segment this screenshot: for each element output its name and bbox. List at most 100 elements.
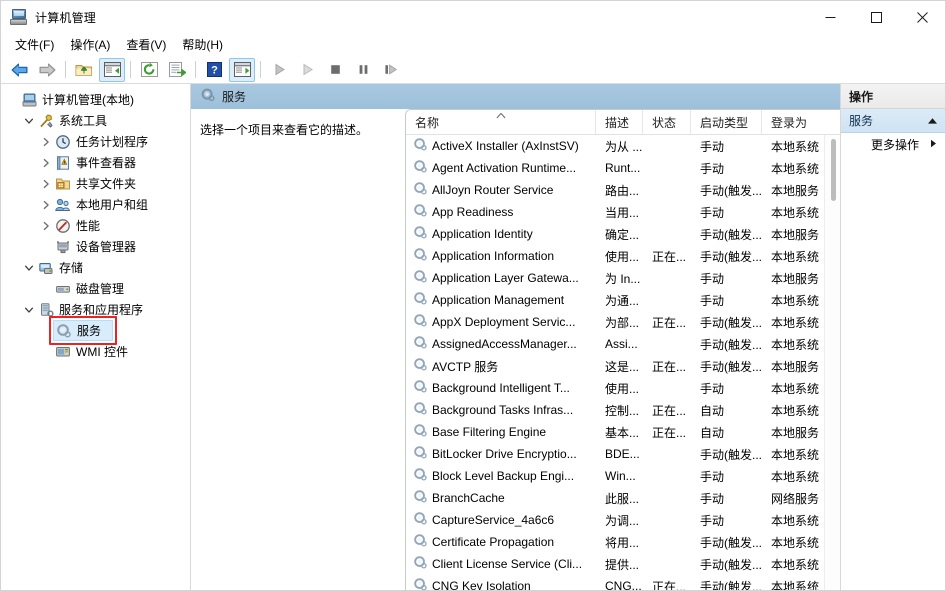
show-action-pane-icon[interactable]: [229, 58, 255, 82]
cell-logon-as: 本地服务: [762, 182, 832, 199]
close-button[interactable]: [899, 1, 945, 33]
cell-service-name: CaptureService_4a6c6: [406, 511, 596, 529]
export-list-icon[interactable]: [164, 58, 190, 82]
resume-service-icon[interactable]: [378, 58, 404, 82]
menu-file[interactable]: 文件(F): [7, 34, 62, 56]
table-row[interactable]: Application Management为通...手动本地系统: [406, 289, 840, 311]
table-row[interactable]: AppX Deployment Servic...为部...正在...手动(触发…: [406, 311, 840, 333]
tree-item-content[interactable]: 磁盘管理: [53, 279, 135, 298]
chevron-right-icon[interactable]: [39, 221, 53, 231]
tree-item-6[interactable]: 性能: [1, 215, 190, 236]
tree-item-3[interactable]: 事件查看器: [1, 152, 190, 173]
tree-item-content[interactable]: 存储: [36, 258, 94, 277]
tree-item-5[interactable]: 本地用户和组: [1, 194, 190, 215]
tree-item-content[interactable]: 服务: [53, 320, 113, 341]
cell-logon-as: 本地系统: [762, 160, 832, 177]
tree-item-content[interactable]: 任务计划程序: [53, 132, 159, 151]
service-gear-icon: [413, 225, 428, 243]
tree-item-7[interactable]: 设备管理器: [1, 236, 190, 257]
table-row[interactable]: Client License Service (Cli...提供...手动(触发…: [406, 553, 840, 575]
menu-view[interactable]: 查看(V): [118, 34, 174, 56]
table-row[interactable]: CaptureService_4a6c6为调...手动本地系统: [406, 509, 840, 531]
start-service-icon[interactable]: [266, 58, 292, 82]
forward-icon[interactable]: [34, 58, 60, 82]
table-row[interactable]: BranchCache此服...手动网络服务: [406, 487, 840, 509]
help-icon[interactable]: ?: [201, 58, 227, 82]
pause-service-icon[interactable]: [350, 58, 376, 82]
chevron-down-icon[interactable]: [22, 116, 36, 126]
chevron-right-icon[interactable]: [39, 200, 53, 210]
table-row[interactable]: Background Tasks Infras...控制...正在...自动本地…: [406, 399, 840, 421]
column-description[interactable]: 描述: [596, 110, 643, 134]
tree-item-content[interactable]: 性能: [53, 216, 111, 235]
table-row[interactable]: Application Information使用...正在...手动(触发..…: [406, 245, 840, 267]
cell-description: 这是...: [596, 358, 643, 375]
tree-item-content[interactable]: 设备管理器: [53, 237, 147, 256]
cell-logon-as: 本地系统: [762, 556, 832, 573]
table-row[interactable]: CNG Key IsolationCNG...正在...手动(触发...本地系统: [406, 575, 840, 590]
tree-item-content[interactable]: 事件查看器: [53, 153, 147, 172]
table-row[interactable]: AVCTP 服务这是...正在...手动(触发...本地服务: [406, 355, 840, 377]
table-row[interactable]: AssignedAccessManager...Assi...手动(触发...本…: [406, 333, 840, 355]
column-logonas[interactable]: 登录为: [762, 110, 832, 134]
tree-item-content[interactable]: WMI 控件: [53, 342, 139, 361]
tree-item-content[interactable]: 本地用户和组: [53, 195, 159, 214]
up-folder-icon[interactable]: [71, 58, 97, 82]
show-hide-tree-icon[interactable]: [99, 58, 125, 82]
tree-item-0[interactable]: 计算机管理(本地): [1, 89, 190, 110]
stop-service-icon[interactable]: [322, 58, 348, 82]
table-row[interactable]: App Readiness当用...手动本地系统: [406, 201, 840, 223]
restart-service-icon[interactable]: [294, 58, 320, 82]
column-status[interactable]: 状态: [643, 110, 691, 134]
scrollbar-thumb[interactable]: [831, 139, 836, 201]
cell-logon-as: 本地系统: [762, 446, 832, 463]
table-row[interactable]: AllJoyn Router Service路由...手动(触发...本地服务: [406, 179, 840, 201]
tree-item-8[interactable]: 存储: [1, 257, 190, 278]
column-startuptype[interactable]: 启动类型: [691, 110, 762, 134]
chevron-right-icon[interactable]: [39, 179, 53, 189]
tree-item-content[interactable]: 服务和应用程序: [36, 300, 154, 319]
menu-bar: 文件(F) 操作(A) 查看(V) 帮助(H): [1, 33, 945, 56]
cell-status: 正在...: [643, 424, 691, 441]
cell-startup-type: 手动: [691, 138, 762, 155]
tree-item-12[interactable]: WMI 控件: [1, 341, 190, 362]
menu-help[interactable]: 帮助(H): [174, 34, 231, 56]
table-row[interactable]: Application Identity确定...手动(触发...本地服务: [406, 223, 840, 245]
chevron-down-icon[interactable]: [22, 305, 36, 315]
back-icon[interactable]: [6, 58, 32, 82]
chevron-right-icon[interactable]: [39, 137, 53, 147]
tree-item-content[interactable]: 计算机管理(本地): [19, 90, 145, 109]
tree-item-content[interactable]: 系统工具: [36, 111, 118, 130]
svg-text:?: ?: [211, 65, 218, 77]
chevron-up-icon[interactable]: [927, 114, 938, 128]
chevron-right-icon[interactable]: [39, 158, 53, 168]
table-row[interactable]: Base Filtering Engine基本...正在...自动本地服务: [406, 421, 840, 443]
table-row[interactable]: Certificate Propagation将用...手动(触发...本地系统: [406, 531, 840, 553]
table-row[interactable]: Block Level Backup Engi...Win...手动本地系统: [406, 465, 840, 487]
column-name[interactable]: 名称: [406, 110, 596, 134]
tree-item-11[interactable]: 服务: [1, 320, 190, 341]
minimize-button[interactable]: [807, 1, 853, 33]
tree-item-10[interactable]: 服务和应用程序: [1, 299, 190, 320]
services-list-scrollbar[interactable]: [824, 135, 840, 590]
actions-group-services[interactable]: 服务: [841, 109, 945, 133]
menu-action[interactable]: 操作(A): [62, 34, 118, 56]
table-row[interactable]: BitLocker Drive Encryptio...BDE...手动(触发.…: [406, 443, 840, 465]
table-row[interactable]: Background Intelligent T...使用...手动本地系统: [406, 377, 840, 399]
tree-item-9[interactable]: 磁盘管理: [1, 278, 190, 299]
chevron-down-icon[interactable]: [22, 263, 36, 273]
table-row[interactable]: Agent Activation Runtime...Runt...手动本地系统: [406, 157, 840, 179]
service-name-label: Client License Service (Cli...: [432, 557, 582, 571]
service-gear-icon: [413, 467, 428, 485]
tree-item-2[interactable]: 任务计划程序: [1, 131, 190, 152]
refresh-icon[interactable]: [136, 58, 162, 82]
tree-item-content[interactable]: 共享文件夹: [53, 174, 147, 193]
service-name-label: App Readiness: [432, 205, 513, 219]
tree-item-4[interactable]: 共享文件夹: [1, 173, 190, 194]
table-row[interactable]: ActiveX Installer (AxInstSV)为从 ...手动本地系统: [406, 135, 840, 157]
cell-logon-as: 本地服务: [762, 358, 832, 375]
table-row[interactable]: Application Layer Gatewa...为 In...手动本地服务: [406, 267, 840, 289]
action-more-actions[interactable]: 更多操作: [841, 133, 945, 155]
tree-item-1[interactable]: 系统工具: [1, 110, 190, 131]
maximize-button[interactable]: [853, 1, 899, 33]
